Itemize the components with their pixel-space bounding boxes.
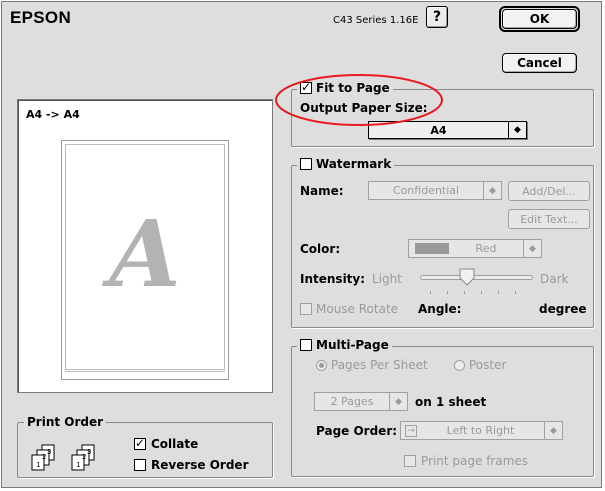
angle-label: Angle: (418, 302, 462, 316)
pages-count-value: 2 Pages (330, 395, 374, 408)
epson-logo: EPSON (10, 8, 72, 27)
intensity-slider-thumb[interactable] (459, 268, 475, 286)
watermark-header: Watermark (297, 156, 395, 172)
popup-arrows-icon: ◆ (389, 393, 407, 410)
slider-tick (515, 291, 516, 294)
print-frames-row: Print page frames (404, 454, 528, 468)
slider-tick (498, 291, 499, 294)
slider-tick (481, 291, 482, 294)
add-del-button[interactable]: Add/Del... (508, 181, 590, 201)
slider-tick (464, 291, 465, 294)
mouse-rotate-label: Mouse Rotate (316, 302, 399, 316)
multi-page-checkbox[interactable] (300, 339, 312, 351)
watermark-name-value: Confidential (392, 184, 460, 197)
poster-radio[interactable] (454, 359, 465, 371)
slider-tick (430, 291, 431, 294)
intensity-dark-label: Dark (540, 272, 569, 286)
color-swatch (415, 243, 449, 254)
pages-per-sheet-radio[interactable] (316, 359, 327, 371)
watermark-checkbox[interactable] (300, 158, 312, 170)
highlight-ellipse (275, 74, 443, 126)
print-order-header: Print Order (24, 414, 107, 430)
collate-label: Collate (151, 437, 199, 451)
print-frames-checkbox[interactable] (404, 455, 416, 467)
edit-text-button[interactable]: Edit Text... (508, 209, 590, 229)
slider-tick (447, 291, 448, 294)
pages-per-sheet-option[interactable]: Pages Per Sheet (316, 358, 428, 372)
page-order-popup[interactable]: → Left to Right ◆ (400, 421, 563, 440)
preview-watermark-letter: A (109, 200, 181, 308)
svg-text:1: 1 (76, 461, 80, 469)
reverse-order-label: Reverse Order (151, 458, 249, 472)
print-frames-label: Print page frames (421, 454, 529, 468)
multi-page-header: Multi-Page (297, 337, 392, 353)
arrow-right-icon: → (405, 424, 417, 437)
intensity-slider-track[interactable] (420, 275, 533, 280)
popup-arrows-icon: ◆ (483, 182, 501, 199)
watermark-name-label: Name: (300, 184, 344, 198)
collate-checkbox[interactable] (134, 436, 146, 450)
preview-size-label: A4 -> A4 (26, 108, 80, 121)
cancel-button[interactable]: Cancel (502, 53, 577, 73)
intensity-light-label: Light (372, 272, 402, 286)
watermark-name-popup[interactable]: Confidential ◆ (368, 181, 502, 200)
watermark-color-value: Red (475, 242, 497, 255)
svg-text:3: 3 (47, 448, 51, 456)
popup-arrows-icon: ◆ (523, 240, 541, 257)
reverse-order-row: Reverse Order (134, 458, 248, 472)
reverse-order-checkbox[interactable] (134, 459, 146, 471)
angle-unit-label: degree (539, 302, 587, 316)
poster-label: Poster (469, 358, 507, 372)
multi-page-label: Multi-Page (316, 338, 389, 352)
page-order-label: Page Order: (316, 424, 398, 438)
page-order-value: Left to Right (446, 424, 515, 437)
pages-per-sheet-label: Pages Per Sheet (331, 358, 428, 372)
watermark-label: Watermark (316, 157, 392, 171)
mouse-rotate-checkbox[interactable] (300, 303, 312, 315)
driver-version: C43 Series 1.16E (333, 15, 419, 26)
mouse-rotate-row: Mouse Rotate (300, 302, 398, 316)
print-order-label: Print Order (27, 415, 104, 429)
collate-pages-icon: 321 321 (31, 444, 95, 471)
svg-text:2: 2 (82, 453, 86, 461)
svg-text:1: 1 (36, 461, 40, 469)
poster-option[interactable]: Poster (454, 358, 506, 372)
popup-arrows-icon: ◆ (508, 122, 526, 138)
svg-text:3: 3 (87, 448, 91, 456)
pages-count-popup[interactable]: 2 Pages ◆ (314, 392, 408, 411)
svg-text:2: 2 (42, 453, 46, 461)
on-sheet-label: on 1 sheet (415, 395, 487, 409)
popup-arrows-icon: ◆ (544, 422, 562, 439)
collate-row: Collate (134, 436, 199, 451)
watermark-color-popup[interactable]: Red ◆ (408, 239, 542, 258)
watermark-color-label: Color: (300, 242, 341, 256)
ok-button[interactable]: OK (502, 9, 577, 29)
help-button[interactable]: ? (426, 6, 448, 28)
intensity-label: Intensity: (300, 272, 366, 286)
preview-bottom-margin (65, 371, 225, 372)
